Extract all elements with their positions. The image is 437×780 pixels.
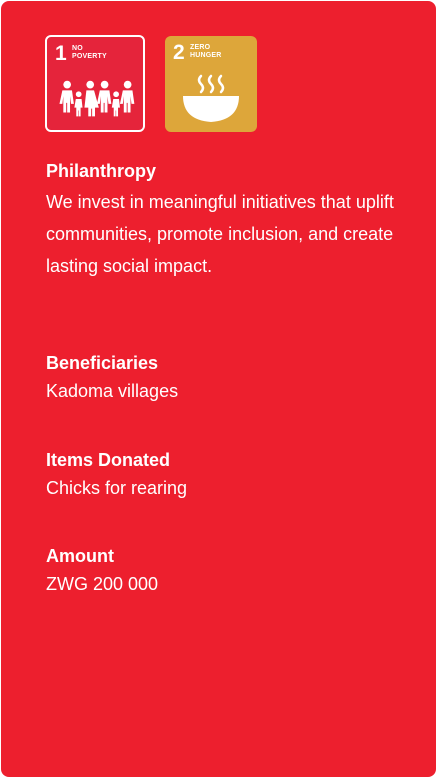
section-heading: Philanthropy: [46, 161, 157, 181]
amount-section: Amount ZWG 200 000: [46, 544, 406, 600]
philanthropy-card: 1 NO POVERTY 2 ZERO HUNGER Philanthropy …: [1, 1, 436, 777]
sdg-title-line: ZERO: [190, 44, 211, 51]
sdg-badge-no-poverty[interactable]: 1 NO POVERTY: [45, 35, 145, 132]
items-donated-section: Items Donated Chicks for rearing: [46, 448, 406, 504]
family-icon: [59, 80, 135, 117]
philanthropy-section: Philanthropy We invest in meaningful ini…: [46, 159, 406, 282]
sdg-badge-zero-hunger[interactable]: 2 ZERO HUNGER: [165, 36, 257, 132]
sdg-title: ZERO HUNGER: [190, 44, 222, 60]
beneficiaries-section: Beneficiaries Kadoma villages: [46, 351, 406, 407]
sdg-title-line: HUNGER: [190, 52, 222, 59]
section-heading: Beneficiaries: [46, 353, 159, 373]
sdg-number: 1: [55, 42, 67, 65]
section-value: Kadoma villages: [46, 381, 179, 401]
section-description: We invest in meaningful initiatives that…: [46, 192, 394, 276]
section-value: Chicks for rearing: [46, 478, 188, 498]
section-heading: Items Donated: [46, 450, 171, 470]
section-heading: Amount: [46, 546, 114, 566]
sdg-title-line: NO: [72, 45, 83, 52]
sdg-title: NO POVERTY: [72, 45, 107, 61]
sdg-title-line: POVERTY: [72, 53, 107, 60]
section-value: ZWG 200 000: [46, 574, 159, 594]
bowl-icon: [183, 74, 239, 122]
sdg-number: 2: [173, 41, 185, 64]
